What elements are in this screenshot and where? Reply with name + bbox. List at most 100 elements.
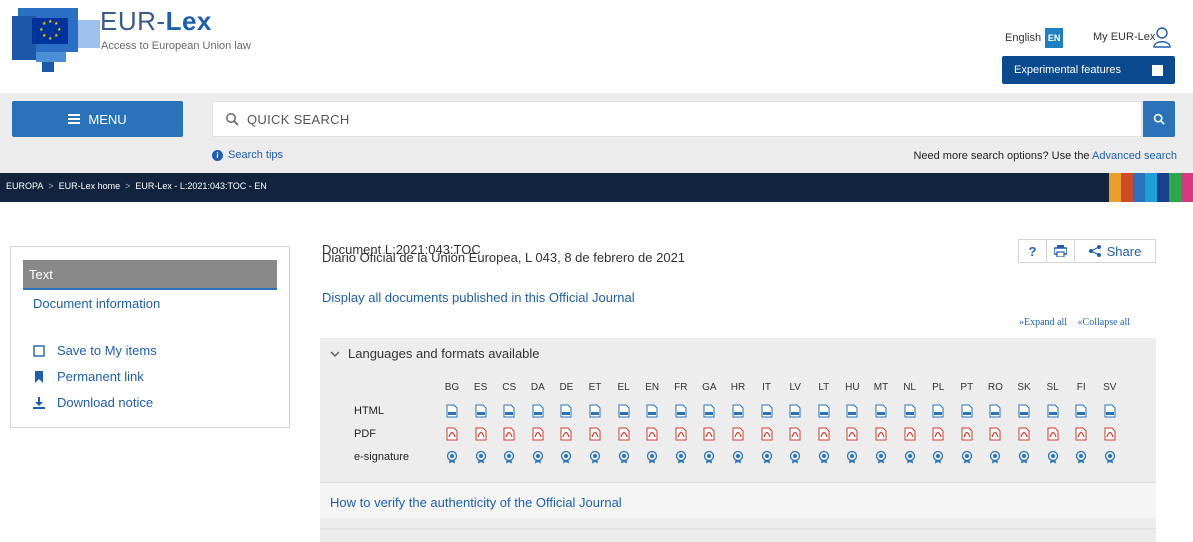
pdf-file-icon[interactable] (1103, 427, 1117, 441)
pdf-file-icon[interactable] (617, 427, 631, 441)
sidebar-item-download-notice[interactable]: Download notice (33, 395, 153, 410)
search-tips-link[interactable]: i Search tips (212, 149, 283, 161)
experimental-features-checkbox[interactable] (1152, 65, 1163, 76)
e-signature-seal-icon[interactable] (1103, 450, 1117, 464)
menu-button[interactable]: MENU (12, 101, 183, 137)
html-file-icon[interactable] (988, 404, 1002, 418)
languages-formats-toggle[interactable]: Languages and formats available (330, 346, 540, 361)
e-signature-seal-icon[interactable] (702, 450, 716, 464)
pdf-file-icon[interactable] (1074, 427, 1088, 441)
html-file-icon[interactable] (903, 404, 917, 418)
e-signature-seal-icon[interactable] (474, 450, 488, 464)
print-button[interactable] (1047, 240, 1075, 262)
verify-authenticity-link[interactable]: How to verify the authenticity of the Of… (330, 495, 622, 510)
e-signature-seal-icon[interactable] (1017, 450, 1031, 464)
pdf-file-icon[interactable] (702, 427, 716, 441)
html-file-icon[interactable] (588, 404, 602, 418)
pdf-file-icon[interactable] (988, 427, 1002, 441)
pdf-file-icon[interactable] (645, 427, 659, 441)
e-signature-seal-icon[interactable] (731, 450, 745, 464)
html-file-icon[interactable] (674, 404, 688, 418)
search-submit-button[interactable] (1143, 101, 1175, 137)
e-signature-seal-icon[interactable] (960, 450, 974, 464)
e-signature-seal-icon[interactable] (760, 450, 774, 464)
sidebar-heading-text[interactable]: Text (23, 260, 277, 288)
pdf-file-icon[interactable] (474, 427, 488, 441)
pdf-file-icon[interactable] (588, 427, 602, 441)
e-signature-seal-icon[interactable] (502, 450, 516, 464)
display-all-documents-link[interactable]: Display all documents published in this … (322, 290, 635, 305)
pdf-file-icon[interactable] (559, 427, 573, 441)
html-file-icon[interactable] (1074, 404, 1088, 418)
html-file-icon[interactable] (702, 404, 716, 418)
brand-title[interactable]: EUR-Lex (100, 6, 212, 37)
pdf-file-icon[interactable] (845, 427, 859, 441)
e-signature-seal-icon[interactable] (903, 450, 917, 464)
html-file-icon[interactable] (731, 404, 745, 418)
pdf-file-icon[interactable] (760, 427, 774, 441)
html-file-icon[interactable] (1103, 404, 1117, 418)
pdf-file-icon[interactable] (960, 427, 974, 441)
html-file-icon[interactable] (502, 404, 516, 418)
html-file-icon[interactable] (474, 404, 488, 418)
html-file-icon[interactable] (645, 404, 659, 418)
pdf-file-icon[interactable] (817, 427, 831, 441)
e-signature-seal-icon[interactable] (931, 450, 945, 464)
expand-all-link[interactable]: »Expand all (1019, 317, 1067, 328)
eur-lex-logo[interactable]: ★ ★ ★ ★ ★ ★ ★ ★ (12, 8, 102, 72)
pdf-file-icon[interactable] (1046, 427, 1060, 441)
e-signature-seal-icon[interactable] (874, 450, 888, 464)
share-button[interactable]: Share (1075, 240, 1155, 262)
html-file-icon[interactable] (788, 404, 802, 418)
help-button[interactable]: ? (1019, 240, 1047, 262)
e-signature-seal-icon[interactable] (559, 450, 573, 464)
e-signature-seal-icon[interactable] (531, 450, 545, 464)
sidebar-item-save-to-my-items[interactable]: Save to My items (33, 343, 157, 358)
html-file-icon[interactable] (559, 404, 573, 418)
html-file-icon[interactable] (817, 404, 831, 418)
e-signature-seal-icon[interactable] (988, 450, 1002, 464)
html-file-icon[interactable] (1017, 404, 1031, 418)
pdf-file-icon[interactable] (874, 427, 888, 441)
collapse-all-link[interactable]: «Collapse all (1078, 317, 1131, 328)
pdf-file-icon[interactable] (674, 427, 688, 441)
breadcrumb-europa[interactable]: EUROPA (6, 181, 43, 191)
e-signature-seal-icon[interactable] (645, 450, 659, 464)
e-signature-seal-icon[interactable] (1046, 450, 1060, 464)
e-signature-seal-icon[interactable] (617, 450, 631, 464)
html-file-icon[interactable] (874, 404, 888, 418)
pdf-file-icon[interactable] (1017, 427, 1031, 441)
breadcrumb-home[interactable]: EUR-Lex home (59, 181, 121, 191)
quick-search-input[interactable]: QUICK SEARCH (212, 101, 1142, 137)
e-signature-seal-icon[interactable] (817, 450, 831, 464)
pdf-file-icon[interactable] (731, 427, 745, 441)
e-signature-seal-icon[interactable] (845, 450, 859, 464)
sidebar-item-document-information[interactable]: Document information (33, 296, 160, 311)
e-signature-seal-icon[interactable] (445, 450, 459, 464)
pdf-file-icon[interactable] (531, 427, 545, 441)
e-signature-seal-icon[interactable] (1074, 450, 1088, 464)
pdf-file-icon[interactable] (788, 427, 802, 441)
html-file-icon[interactable] (931, 404, 945, 418)
pdf-file-icon[interactable] (445, 427, 459, 441)
e-signature-seal-icon[interactable] (588, 450, 602, 464)
pdf-file-icon[interactable] (903, 427, 917, 441)
html-file-icon[interactable] (845, 404, 859, 418)
html-file-icon[interactable] (617, 404, 631, 418)
e-signature-seal-icon[interactable] (788, 450, 802, 464)
html-file-icon[interactable] (960, 404, 974, 418)
experimental-features-toggle[interactable]: Experimental features (1002, 56, 1175, 84)
user-icon[interactable] (1152, 26, 1172, 48)
advanced-search-link[interactable]: Advanced search (1092, 150, 1177, 162)
sidebar-item-permanent-link[interactable]: Permanent link (33, 369, 144, 384)
pdf-file-icon[interactable] (502, 427, 516, 441)
e-signature-seal-icon[interactable] (674, 450, 688, 464)
language-selector[interactable]: English EN (1005, 28, 1064, 48)
html-file-icon[interactable] (760, 404, 774, 418)
html-file-icon[interactable] (1046, 404, 1060, 418)
html-file-icon[interactable] (445, 404, 459, 418)
my-eurlex-link[interactable]: My EUR-Lex (1093, 31, 1155, 43)
breadcrumb-bar: EUROPA > EUR-Lex home > EUR-Lex - L:2021… (0, 173, 1193, 202)
html-file-icon[interactable] (531, 404, 545, 418)
pdf-file-icon[interactable] (931, 427, 945, 441)
